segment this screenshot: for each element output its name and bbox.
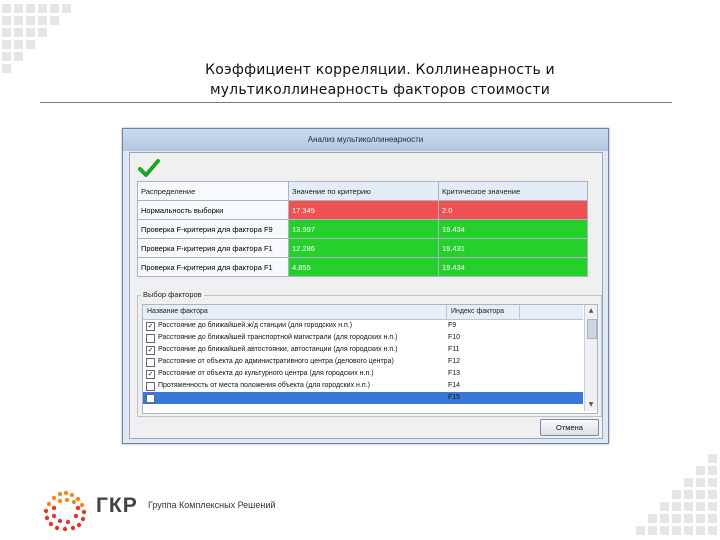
factor-checkbox[interactable]: [146, 394, 155, 403]
factor-index: F10: [448, 334, 461, 341]
factor-selection-group: Выбор факторов Название фактора Индекс ф…: [137, 290, 602, 417]
criteria-name-cell: Проверка F-критерия для фактора F1: [137, 238, 289, 258]
factor-checkbox[interactable]: [146, 334, 155, 343]
criteria-name-cell: Проверка F-критерия для фактора F9: [137, 219, 289, 239]
factor-row-selected[interactable]: F15: [143, 392, 583, 404]
criteria-table-row[interactable]: Нормальность выборки 17.345 2.0: [137, 200, 588, 220]
factor-checkbox[interactable]: ✓: [146, 346, 155, 355]
criteria-name-cell: Нормальность выборки: [137, 200, 289, 220]
factor-name: Расстояние от объекта до культурного цен…: [158, 370, 374, 377]
gkr-dotted-logo-icon: [43, 490, 87, 532]
factor-index: F9: [448, 322, 457, 329]
criteria-table-row[interactable]: Проверка F-критерия для фактора F1 12.28…: [137, 238, 588, 258]
factor-row[interactable]: Расстояние до ближайшей транспортной маг…: [143, 332, 583, 344]
factor-name: Расстояние до ближайшей автостоянки, авт…: [158, 346, 398, 353]
criteria-name-cell: Проверка F-критерия для фактора F1: [137, 257, 289, 277]
factor-index: F14: [448, 382, 461, 389]
criteria-header-critical[interactable]: Критическое значение: [438, 181, 588, 201]
factor-selection-legend: Выбор факторов: [141, 290, 204, 299]
decorative-dot-pattern-bottom-right: [620, 450, 720, 540]
factor-name: Протяженность от места положения объекта…: [158, 382, 370, 389]
factor-list-header: Название фактора Индекс фактора: [143, 305, 583, 320]
factor-list[interactable]: Название фактора Индекс фактора ✓ Рассто…: [142, 304, 598, 414]
factor-index: F13: [448, 370, 461, 377]
scroll-down-arrow-icon[interactable]: ▼: [586, 400, 596, 410]
factor-row[interactable]: Протяженность от места положения объекта…: [143, 380, 583, 392]
criteria-critical-cell: 19.431: [438, 238, 588, 258]
criteria-critical-cell: 2.0: [438, 200, 588, 220]
criteria-value-cell: 4.855: [288, 257, 439, 277]
multicollinearity-dialog: Анализ мультиколлинеарности Распределени…: [122, 128, 609, 444]
factor-name: Расстояние до ближайшей ж/д станции (для…: [158, 322, 353, 329]
title-divider: [40, 102, 672, 103]
criteria-value-cell: 12.286: [288, 238, 439, 258]
criteria-table: Распределение Значение по критерию Крити…: [137, 181, 588, 277]
factor-name: Расстояние от объекта до административно…: [158, 358, 394, 365]
factor-index-column-header[interactable]: Индекс фактора: [446, 305, 504, 319]
slide-title-line-2: мультиколлинеарность факторов стоимости: [209, 82, 551, 98]
factor-name: Расстояние до ближайшей транспортной маг…: [158, 334, 398, 341]
criteria-critical-cell: 19.434: [438, 257, 588, 277]
criteria-critical-cell: 19.434: [438, 219, 588, 239]
factor-checkbox[interactable]: [146, 382, 155, 391]
decorative-dot-pattern-top-left: [0, 0, 90, 73]
factor-checkbox[interactable]: ✓: [146, 322, 155, 331]
factor-checkbox[interactable]: [146, 358, 155, 367]
slide-title-line-1: Коэффициент корреляции. Коллинеарность и: [205, 62, 555, 78]
brand-name: ГКР: [96, 494, 138, 517]
factor-row[interactable]: ✓ Расстояние до ближайшей автостоянки, а…: [143, 344, 583, 356]
factor-checkbox[interactable]: ✓: [146, 370, 155, 379]
criteria-value-cell: 17.345: [288, 200, 439, 220]
criteria-header-value[interactable]: Значение по критерию: [288, 181, 439, 201]
criteria-value-cell: 13.997: [288, 219, 439, 239]
slide-title: Коэффициент корреляции. Коллинеарность и…: [100, 60, 660, 100]
factor-name-column-header[interactable]: Название фактора: [147, 308, 208, 315]
criteria-table-row[interactable]: Проверка F-критерия для фактора F9 13.99…: [137, 219, 588, 239]
factor-row[interactable]: Расстояние от объекта до административно…: [143, 356, 583, 368]
factor-rows: ✓ Расстояние до ближайшей ж/д станции (д…: [143, 320, 583, 404]
factor-index: F11: [448, 346, 460, 353]
factor-list-scrollbar[interactable]: ▲ ▼: [584, 305, 597, 411]
cancel-button[interactable]: Отмена: [540, 419, 599, 436]
green-checkmark-icon: [138, 159, 160, 177]
factor-row[interactable]: ✓ Расстояние от объекта до культурного ц…: [143, 368, 583, 380]
factor-row[interactable]: ✓ Расстояние до ближайшей ж/д станции (д…: [143, 320, 583, 332]
factor-index: F15: [448, 394, 461, 401]
dialog-client-area: Распределение Значение по критерию Крити…: [129, 152, 603, 439]
dialog-title-bar[interactable]: Анализ мультиколлинеарности: [123, 129, 608, 151]
column-separator: [519, 305, 520, 319]
factor-index: F12: [448, 358, 461, 365]
criteria-table-row[interactable]: Проверка F-критерия для фактора F1 4.855…: [137, 257, 588, 277]
scrollbar-thumb[interactable]: [587, 319, 597, 339]
scroll-up-arrow-icon[interactable]: ▲: [586, 306, 596, 316]
brand-subtitle: Группа Комплексных Решений: [148, 500, 276, 510]
criteria-table-header: Распределение Значение по критерию Крити…: [137, 181, 588, 201]
criteria-header-distribution[interactable]: Распределение: [137, 181, 289, 201]
